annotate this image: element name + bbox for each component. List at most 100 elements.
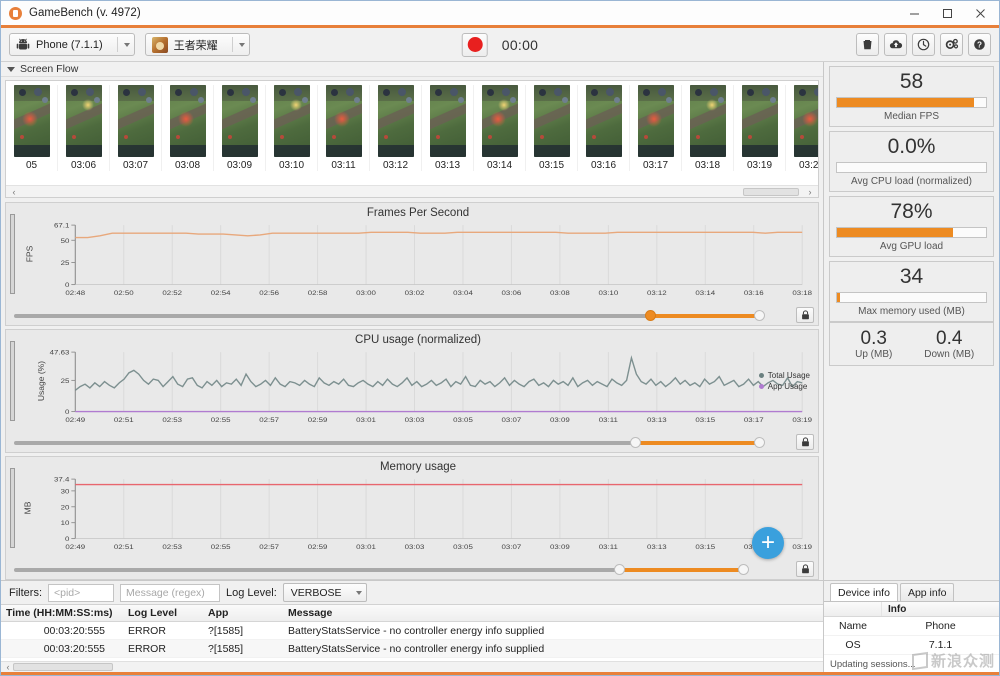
- range-slider-right-handle[interactable]: [738, 563, 750, 575]
- avg-cpu-load: 0.0% Avg CPU load (normalized): [829, 131, 994, 193]
- log-cell-time: 00:03:20:555: [43, 624, 105, 637]
- minimize-button[interactable]: [898, 2, 931, 24]
- pid-filter-input[interactable]: <pid>: [48, 583, 114, 602]
- screen-flow-frame[interactable]: 03:13: [422, 85, 474, 171]
- scroll-track[interactable]: [19, 187, 805, 196]
- collapse-arrow-icon[interactable]: [7, 66, 15, 72]
- svg-text:03:15: 03:15: [695, 542, 715, 550]
- frame-thumbnail[interactable]: [741, 85, 778, 157]
- screen-flow-frame[interactable]: 03:19: [734, 85, 786, 171]
- chart-lock-button[interactable]: [796, 561, 814, 577]
- tab-device-info[interactable]: Device info: [830, 583, 898, 601]
- scroll-left-icon[interactable]: ‹: [9, 187, 19, 197]
- close-button[interactable]: [964, 2, 997, 24]
- frame-thumbnail[interactable]: [377, 85, 414, 157]
- message-filter-input[interactable]: Message (regex): [120, 583, 220, 602]
- range-slider-left-handle[interactable]: [645, 309, 657, 321]
- screen-flow-frame[interactable]: 03:06: [58, 85, 110, 171]
- frame-thumbnail[interactable]: [169, 85, 206, 157]
- log-row[interactable]: 00:03:20:555 ERROR ?[1585] BatteryStatsServ…: [1, 640, 823, 658]
- app-selector[interactable]: 王者荣耀: [144, 33, 250, 56]
- range-slider-left-handle[interactable]: [614, 563, 626, 575]
- frame-thumbnail[interactable]: [689, 85, 726, 157]
- screen-flow-strip[interactable]: 05 03:06 03:07 03:08 03:09 03:10 03:11 03:12 03:…: [6, 81, 818, 185]
- frame-thumbnail[interactable]: [325, 85, 362, 157]
- frame-thumbnail[interactable]: [585, 85, 622, 157]
- screen-flow-frame[interactable]: 03:11: [318, 85, 370, 171]
- frame-thumbnail[interactable]: [117, 85, 154, 157]
- chart-drag-handle[interactable]: [6, 457, 18, 559]
- chart-drag-handle[interactable]: [6, 330, 18, 432]
- record-button[interactable]: [461, 32, 488, 57]
- screen-flow-frame[interactable]: 03:17: [630, 85, 682, 171]
- screen-flow-frame[interactable]: 03:08: [162, 85, 214, 171]
- screen-flow-frame[interactable]: 03:07: [110, 85, 162, 171]
- frame-thumbnail[interactable]: [221, 85, 258, 157]
- plot-wrapper: 0 25 50 67.1 02:48 02:50 02:52 02:54 02:56 02:58 0…: [18, 203, 818, 305]
- metric-progress-bar: [836, 162, 987, 174]
- device-selector[interactable]: Phone (7.1.1): [9, 33, 135, 56]
- frame-thumbnail[interactable]: [637, 85, 674, 157]
- scroll-left-icon[interactable]: ‹: [3, 662, 13, 672]
- screen-flow-frame[interactable]: 03:14: [474, 85, 526, 171]
- chart-title: CPU usage (normalized): [355, 334, 481, 346]
- chart-range-slider[interactable]: [14, 563, 790, 575]
- log-row[interactable]: 00:03:20:555 ERROR ?[1585] BatteryStatsServ…: [1, 622, 823, 640]
- upload-button[interactable]: [884, 33, 907, 56]
- range-slider-left-handle[interactable]: [629, 436, 641, 448]
- frame-thumbnail[interactable]: [793, 85, 818, 157]
- info-value: 7.1.1: [928, 639, 953, 651]
- chart-title: Frames Per Second: [366, 207, 470, 219]
- screen-flow-scrollbar[interactable]: ‹ ›: [6, 185, 818, 197]
- chart-range-slider[interactable]: [14, 309, 790, 321]
- svg-text:50: 50: [61, 236, 70, 244]
- scroll-thumb[interactable]: [743, 187, 799, 196]
- screen-flow-frame[interactable]: 05: [6, 85, 58, 171]
- metric-value: 78%: [890, 200, 933, 224]
- screen-flow-frame[interactable]: 03:09: [214, 85, 266, 171]
- chart-y-axis-label: FPS: [24, 245, 35, 263]
- frame-thumbnail[interactable]: [65, 85, 102, 157]
- log-cell-level: ERROR: [128, 642, 166, 655]
- chart-lock-button[interactable]: [796, 434, 814, 450]
- chart-drag-handle[interactable]: [6, 203, 18, 305]
- screen-flow-header[interactable]: Screen Flow: [1, 62, 823, 77]
- screen-flow-frame[interactable]: 03:10: [266, 85, 318, 171]
- svg-text:03:18: 03:18: [792, 288, 812, 296]
- bottom-accent-bar: [1, 672, 999, 675]
- info-row: OS 7.1.1: [824, 636, 999, 655]
- loglevel-select[interactable]: VERBOSE: [282, 583, 367, 602]
- scroll-thumb[interactable]: [13, 663, 113, 671]
- help-button[interactable]: ?: [968, 33, 991, 56]
- frame-thumbnail[interactable]: [533, 85, 570, 157]
- frame-thumbnail[interactable]: [13, 85, 50, 157]
- left-column: Screen Flow 05 03:06 03:07 03:08 03:09 03:10 0…: [1, 62, 823, 672]
- screen-flow-frame[interactable]: 03:18: [682, 85, 734, 171]
- metric-caption: Avg CPU load (normalized): [851, 176, 972, 188]
- add-button[interactable]: +: [752, 527, 784, 559]
- tab-app-info[interactable]: App info: [899, 583, 955, 601]
- svg-text:03:16: 03:16: [744, 288, 764, 296]
- delete-button[interactable]: [856, 33, 879, 56]
- frame-thumbnail[interactable]: [481, 85, 518, 157]
- chart-lock-button[interactable]: [796, 307, 814, 323]
- frame-thumbnail[interactable]: [273, 85, 310, 157]
- screen-flow-frame[interactable]: 03:16: [578, 85, 630, 171]
- maximize-button[interactable]: [931, 2, 964, 24]
- network-up-caption: Up (MB): [855, 349, 893, 361]
- range-slider-right-handle[interactable]: [753, 436, 765, 448]
- svg-text:03:08: 03:08: [550, 288, 570, 296]
- scroll-right-icon[interactable]: ›: [805, 187, 815, 197]
- chart-plot-area: 0 25 50 67.1 02:48 02:50 02:52 02:54 02:56 02:58 0…: [6, 203, 818, 305]
- screen-flow-frame[interactable]: 03:12: [370, 85, 422, 171]
- screen-flow-frame[interactable]: 03:15: [526, 85, 578, 171]
- log-horizontal-scrollbar[interactable]: ‹: [1, 661, 823, 672]
- settings-button[interactable]: [940, 33, 963, 56]
- frame-thumbnail[interactable]: [429, 85, 466, 157]
- network-down-caption: Down (MB): [924, 349, 975, 361]
- history-button[interactable]: [912, 33, 935, 56]
- range-slider-right-handle[interactable]: [753, 309, 765, 321]
- svg-text:03:01: 03:01: [356, 415, 376, 423]
- screen-flow-frame[interactable]: 03:20: [786, 85, 818, 171]
- chart-range-slider[interactable]: [14, 436, 790, 448]
